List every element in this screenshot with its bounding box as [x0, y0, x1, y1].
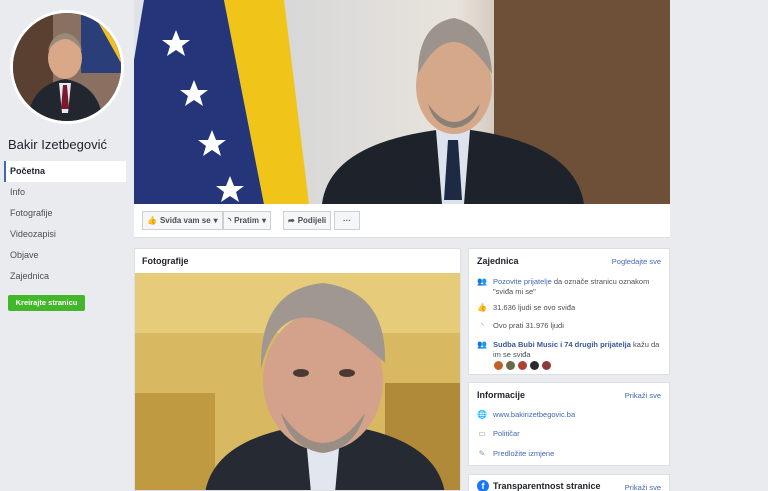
- category-link[interactable]: Političar: [493, 429, 520, 439]
- nav-item-photos[interactable]: Fotografije: [4, 203, 126, 224]
- caret-down-icon: ▾: [262, 216, 267, 225]
- more-button[interactable]: ···: [334, 211, 360, 230]
- photos-title: Fotografije: [142, 256, 189, 266]
- nav-item-community[interactable]: Zajednica: [4, 266, 126, 287]
- category-row: ▭ Političar: [477, 429, 663, 439]
- invite-friends-row: 👥 Pozovite prijatelje da označe stranicu…: [477, 277, 650, 296]
- friends-like-row: 👥 Sudba Bubi Music i 74 drugih prijatelj…: [477, 340, 660, 359]
- avatar[interactable]: [529, 360, 540, 371]
- facebook-icon: f: [477, 480, 489, 491]
- nav-item-home[interactable]: Početna: [4, 161, 126, 182]
- avatar[interactable]: [541, 360, 552, 371]
- rss-icon: ◝: [228, 216, 232, 225]
- photos-card: Fotografije: [134, 248, 461, 491]
- profile-picture[interactable]: [10, 10, 124, 124]
- page-nav: Početna Info Fotografije Videozapisi Obj…: [4, 161, 126, 287]
- community-title: Zajednica: [477, 256, 519, 266]
- transparency-see-all-link[interactable]: Prikaži sve: [625, 483, 661, 491]
- website-link[interactable]: www.bakirizetbegovic.ba: [493, 410, 575, 420]
- page-action-bar: 👍 Sviđa vam se ▾ ◝ Pratim ▾ ➦ Podijeli ·…: [134, 204, 670, 238]
- left-column: Bakir Izetbegović Početna Info Fotografi…: [0, 0, 134, 491]
- people-icon: 👥: [477, 340, 487, 349]
- share-button[interactable]: ➦ Podijeli: [283, 211, 332, 230]
- thumbs-up-icon: 👍: [147, 216, 157, 225]
- friends-like-link[interactable]: Sudba Bubi Music i 74 drugih prijatelja: [493, 340, 631, 349]
- like-button[interactable]: 👍 Sviđa vam se ▾: [142, 211, 223, 230]
- people-icon: 👥: [477, 277, 487, 286]
- nav-item-info[interactable]: Info: [4, 182, 126, 203]
- globe-icon: 🌐: [477, 410, 487, 419]
- folder-icon: ▭: [478, 429, 486, 438]
- avatar[interactable]: [493, 360, 504, 371]
- photo-thumbnail[interactable]: [135, 273, 460, 490]
- community-card: Zajednica Pogledajte sve 👥 Pozovite prij…: [468, 248, 670, 375]
- info-card: Informacije Prikaži sve 🌐 www.bakirizetb…: [468, 382, 670, 466]
- transparency-card: f Transparentnost stranice Prikaži sve: [468, 474, 670, 491]
- transparency-title: Transparentnost stranice: [493, 481, 601, 491]
- pencil-icon: ✎: [478, 449, 486, 458]
- avatar[interactable]: [517, 360, 528, 371]
- avatar[interactable]: [505, 360, 516, 371]
- website-row: 🌐 www.bakirizetbegovic.ba: [477, 410, 663, 420]
- info-see-all-link[interactable]: Prikaži sve: [625, 391, 661, 400]
- follow-button[interactable]: ◝ Pratim ▾: [223, 211, 272, 230]
- nav-item-videos[interactable]: Videozapisi: [4, 224, 126, 245]
- likes-row: 👍 31.636 ljudi se ovo sviđa: [477, 303, 576, 312]
- nav-item-posts[interactable]: Objave: [4, 245, 126, 266]
- community-see-all-link[interactable]: Pogledajte sve: [612, 257, 661, 266]
- friend-avatars: [493, 360, 553, 371]
- info-title: Informacije: [477, 390, 526, 400]
- caret-down-icon: ▾: [213, 216, 218, 225]
- create-page-button[interactable]: Kreirajte stranicu: [8, 295, 85, 311]
- cover-photo[interactable]: [134, 0, 670, 204]
- more-icon: ···: [343, 216, 351, 225]
- suggest-edits-link[interactable]: Predložite izmjene: [493, 449, 554, 459]
- thumbs-up-icon: 👍: [477, 303, 487, 312]
- invite-friends-link[interactable]: Pozovite prijatelje: [493, 277, 552, 286]
- suggest-edits-row: ✎ Predložite izmjene: [477, 449, 663, 459]
- share-icon: ➦: [288, 216, 295, 225]
- follows-row: ◝ Ovo prati 31.976 ljudi: [477, 321, 663, 331]
- page-name: Bakir Izetbegović: [8, 137, 107, 152]
- rss-icon: ◝: [480, 321, 484, 330]
